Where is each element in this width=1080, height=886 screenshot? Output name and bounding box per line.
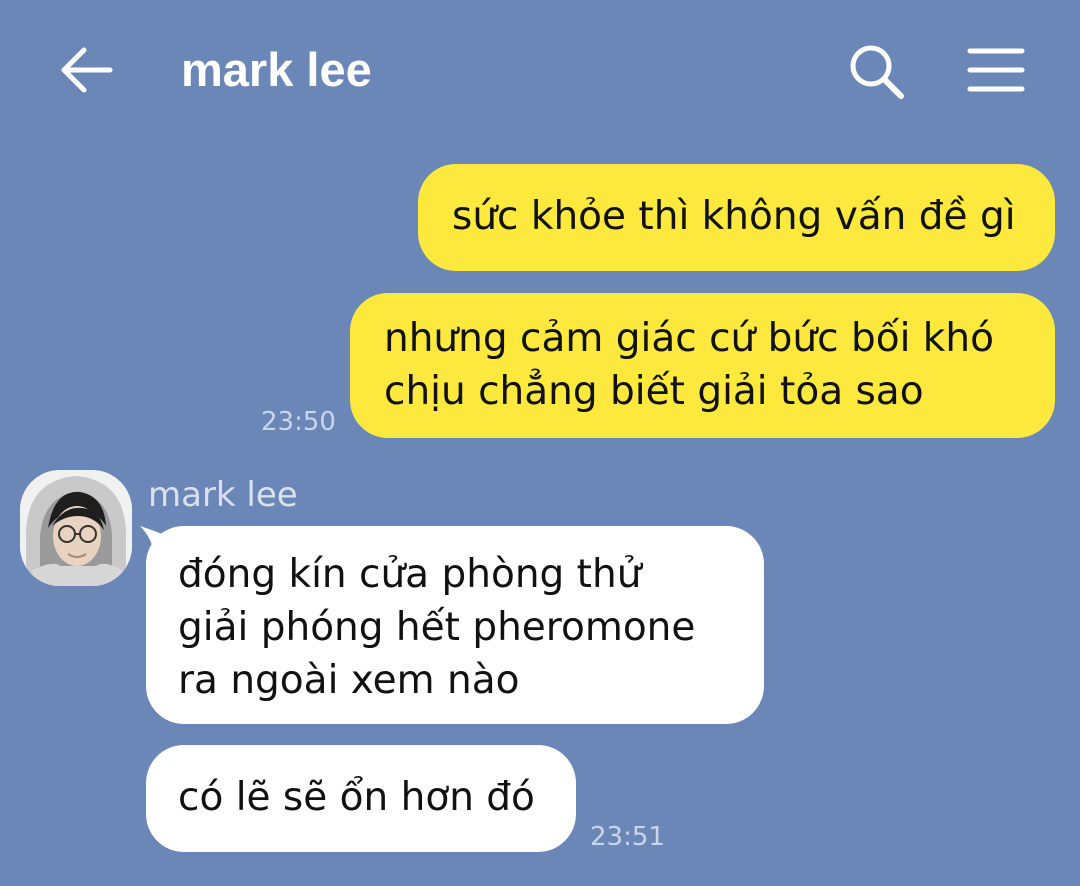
message-bubble-incoming[interactable]: có lẽ sẽ ổn hơn đó bbox=[146, 745, 576, 852]
message-text: chịu chẳng biết giải tỏa sao bbox=[384, 369, 924, 414]
avatar[interactable] bbox=[20, 470, 132, 586]
message-bubble-incoming[interactable]: đóng kín cửa phòng thử giải phóng hết ph… bbox=[146, 526, 764, 724]
message-bubble-outgoing[interactable]: sức khỏe thì không vấn đề gì bbox=[418, 164, 1055, 271]
message-text: ra ngoài xem nào bbox=[178, 658, 520, 703]
search-button[interactable] bbox=[845, 40, 907, 102]
message-text: sức khỏe thì không vấn đề gì bbox=[452, 194, 1016, 239]
message-text: có lẽ sẽ ổn hơn đó bbox=[178, 775, 535, 820]
back-button[interactable] bbox=[58, 42, 118, 98]
sender-name: mark lee bbox=[148, 475, 298, 515]
chat-title: mark lee bbox=[181, 43, 372, 96]
message-text: giải phóng hết pheromone bbox=[178, 605, 696, 650]
search-icon bbox=[850, 45, 904, 99]
message-text: đóng kín cửa phòng thử bbox=[178, 552, 642, 597]
contact-photo bbox=[20, 470, 132, 586]
message-timestamp: 23:50 bbox=[261, 407, 336, 437]
arrow-left-icon bbox=[61, 47, 113, 93]
hamburger-menu-icon bbox=[967, 48, 1025, 92]
message-timestamp: 23:51 bbox=[590, 822, 665, 852]
message-bubble-outgoing[interactable]: nhưng cảm giác cứ bức bối khó chịu chẳng… bbox=[350, 293, 1055, 438]
menu-button[interactable] bbox=[966, 46, 1026, 96]
message-text: nhưng cảm giác cứ bức bối khó bbox=[384, 316, 994, 361]
chat-header: mark lee bbox=[0, 0, 1080, 140]
